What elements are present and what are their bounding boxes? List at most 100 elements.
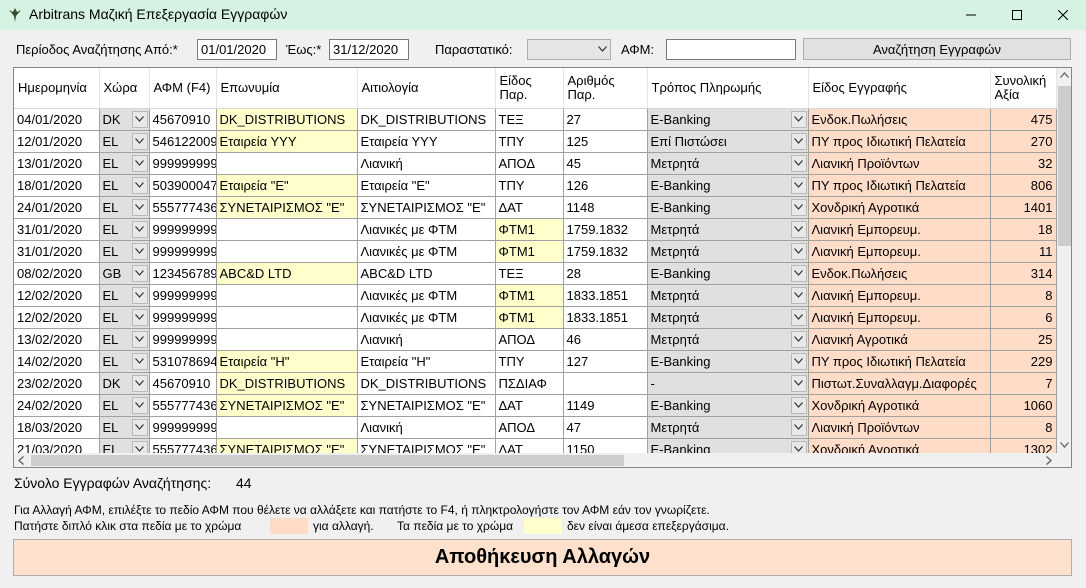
table-row[interactable]: 08/02/2020 GB 123456789 ABC&D LTD ABC&D LTD Τ… bbox=[14, 262, 1057, 285]
doc-type-cell[interactable]: ΤΠΥ bbox=[495, 350, 564, 373]
total-value-cell[interactable]: 1060 bbox=[990, 394, 1057, 417]
country-select[interactable]: DK bbox=[99, 372, 150, 395]
entry-type-cell[interactable]: Χονδρική Αγροτικά bbox=[808, 394, 991, 417]
total-value-cell[interactable]: 8 bbox=[990, 284, 1057, 307]
country-select[interactable]: EL bbox=[99, 328, 150, 351]
entry-type-cell[interactable]: Λιανική Εμπορευμ. bbox=[808, 218, 991, 241]
table-row[interactable]: 12/02/2020 EL 999999999 Λιανικές με ΦΤΜ ΦΤΜ1… bbox=[14, 306, 1057, 329]
reason-cell[interactable]: Εταιρεία "Ε" bbox=[357, 174, 496, 197]
doc-type-cell[interactable]: ΔΑΤ bbox=[495, 438, 564, 453]
name-cell[interactable]: ΣΥΝΕΤΑΙΡΙΣΜΟΣ "Ε" bbox=[216, 438, 358, 453]
entry-type-cell[interactable]: Λιανική Εμπορευμ. bbox=[808, 284, 991, 307]
dropdown-button[interactable] bbox=[790, 374, 807, 392]
afm-cell[interactable]: 999999999 bbox=[149, 284, 217, 307]
payment-method-select[interactable]: - bbox=[647, 372, 809, 395]
column-header[interactable]: Επωνυμία bbox=[216, 68, 358, 109]
afm-cell[interactable]: 999999999 bbox=[149, 328, 217, 351]
dropdown-button[interactable] bbox=[131, 374, 148, 392]
minimize-button[interactable] bbox=[948, 0, 994, 30]
entry-type-cell[interactable]: Πιστωτ.Συναλλαγμ.Διαφορές bbox=[808, 372, 991, 395]
name-cell[interactable] bbox=[216, 328, 358, 351]
afm-cell[interactable]: 999999999 bbox=[149, 152, 217, 175]
entry-type-cell[interactable]: ΠΥ προς Ιδιωτική Πελατεία bbox=[808, 174, 991, 197]
reason-cell[interactable]: Λιανικές με ΦΤΜ bbox=[357, 240, 496, 263]
dropdown-button[interactable] bbox=[131, 330, 148, 348]
scroll-up-icon[interactable] bbox=[1060, 72, 1069, 78]
table-row[interactable]: 12/01/2020 EL 546122009 Εταιρεία ΥΥΥ Εταιρεί… bbox=[14, 130, 1057, 153]
date-cell[interactable]: 13/02/2020 bbox=[14, 328, 100, 351]
doc-type-cell[interactable]: ΑΠΟΔ bbox=[495, 416, 564, 439]
date-cell[interactable]: 18/03/2020 bbox=[14, 416, 100, 439]
total-value-cell[interactable]: 806 bbox=[990, 174, 1057, 197]
dropdown-button[interactable] bbox=[131, 352, 148, 370]
country-select[interactable]: DK bbox=[99, 108, 150, 131]
dropdown-button[interactable] bbox=[790, 132, 807, 150]
total-value-cell[interactable]: 270 bbox=[990, 130, 1057, 153]
name-cell[interactable] bbox=[216, 416, 358, 439]
doc-number-cell[interactable]: 45 bbox=[563, 152, 648, 175]
country-select[interactable]: EL bbox=[99, 218, 150, 241]
date-cell[interactable]: 12/02/2020 bbox=[14, 284, 100, 307]
dropdown-button[interactable] bbox=[790, 198, 807, 216]
date-cell[interactable]: 31/01/2020 bbox=[14, 218, 100, 241]
reason-cell[interactable]: DK_DISTRIBUTIONS bbox=[357, 372, 496, 395]
afm-cell[interactable]: 999999999 bbox=[149, 240, 217, 263]
doc-type-cell[interactable]: ΠΣΔΙΑΦ bbox=[495, 372, 564, 395]
doc-number-cell[interactable]: 46 bbox=[563, 328, 648, 351]
close-button[interactable] bbox=[1040, 0, 1086, 30]
doc-number-cell[interactable]: 1833.1851 bbox=[563, 306, 648, 329]
column-header[interactable]: Είδος Παρ. bbox=[495, 68, 564, 109]
doc-number-cell[interactable]: 1150 bbox=[563, 438, 648, 453]
table-row[interactable]: 21/03/2020 EL 555777436 ΣΥΝΕΤΑΙΡΙΣΜΟΣ "Ε" ΣΥ… bbox=[14, 438, 1057, 453]
afm-cell[interactable]: 999999999 bbox=[149, 306, 217, 329]
date-cell[interactable]: 08/02/2020 bbox=[14, 262, 100, 285]
entry-type-cell[interactable]: ΠΥ προς Ιδιωτική Πελατεία bbox=[808, 130, 991, 153]
column-header[interactable]: Αιτιολογία bbox=[357, 68, 496, 109]
doc-type-cell[interactable]: ΤΕΞ bbox=[495, 108, 564, 131]
column-header[interactable]: Είδος Εγγραφής bbox=[808, 68, 991, 109]
dropdown-button[interactable] bbox=[131, 132, 148, 150]
search-button[interactable]: Αναζήτηση Εγγραφών bbox=[803, 38, 1071, 60]
country-select[interactable]: EL bbox=[99, 174, 150, 197]
dropdown-button[interactable] bbox=[131, 220, 148, 238]
name-cell[interactable] bbox=[216, 306, 358, 329]
total-value-cell[interactable]: 1302 bbox=[990, 438, 1057, 453]
to-date-input[interactable]: 31/12/2020 bbox=[329, 39, 409, 60]
doc-type-cell[interactable]: ΑΠΟΔ bbox=[495, 328, 564, 351]
doc-type-cell[interactable]: ΤΠΥ bbox=[495, 130, 564, 153]
table-row[interactable]: 18/01/2020 EL 503900047 Εταιρεία "Ε" Εταιρεί… bbox=[14, 174, 1057, 197]
name-cell[interactable]: Εταιρεία "Ε" bbox=[216, 174, 358, 197]
name-cell[interactable] bbox=[216, 152, 358, 175]
doc-type-cell[interactable]: ΔΑΤ bbox=[495, 394, 564, 417]
dropdown-button[interactable] bbox=[131, 396, 148, 414]
payment-method-select[interactable]: E-Banking bbox=[647, 350, 809, 373]
table-row[interactable]: 14/02/2020 EL 531078694 Εταιρεία "Η" Εταιρεί… bbox=[14, 350, 1057, 373]
date-cell[interactable]: 24/02/2020 bbox=[14, 394, 100, 417]
afm-cell[interactable]: 555777436 bbox=[149, 196, 217, 219]
column-header[interactable]: Τρόπος Πληρωμής bbox=[647, 68, 809, 109]
entry-type-cell[interactable]: Χονδρική Αγροτικά bbox=[808, 196, 991, 219]
doc-type-cell[interactable]: ΦΤΜ1 bbox=[495, 284, 564, 307]
dropdown-button[interactable] bbox=[790, 352, 807, 370]
reason-cell[interactable]: Λιανική bbox=[357, 152, 496, 175]
doc-type-cell[interactable]: ΔΑΤ bbox=[495, 196, 564, 219]
reason-cell[interactable]: DK_DISTRIBUTIONS bbox=[357, 108, 496, 131]
dropdown-button[interactable] bbox=[790, 220, 807, 238]
dropdown-button[interactable] bbox=[790, 242, 807, 260]
table-row[interactable]: 13/02/2020 EL 999999999 Λιανική ΑΠΟΔ 46 Μετρητ… bbox=[14, 328, 1057, 351]
name-cell[interactable] bbox=[216, 284, 358, 307]
payment-method-select[interactable]: Μετρητά bbox=[647, 306, 809, 329]
dropdown-button[interactable] bbox=[790, 110, 807, 128]
name-cell[interactable]: DK_DISTRIBUTIONS bbox=[216, 372, 358, 395]
name-cell[interactable]: Εταιρεία ΥΥΥ bbox=[216, 130, 358, 153]
column-header[interactable]: ΑΦΜ (F4) bbox=[149, 68, 217, 109]
dropdown-button[interactable] bbox=[131, 176, 148, 194]
total-value-cell[interactable]: 229 bbox=[990, 350, 1057, 373]
doc-number-cell[interactable] bbox=[563, 372, 648, 395]
table-row[interactable]: 04/01/2020 DK 45670910 DK_DISTRIBUTIONS DK_D… bbox=[14, 108, 1057, 131]
entry-type-cell[interactable]: Ενδοκ.Πωλήσεις bbox=[808, 108, 991, 131]
entry-type-cell[interactable]: Λιανική Αγροτικά bbox=[808, 328, 991, 351]
date-cell[interactable]: 14/02/2020 bbox=[14, 350, 100, 373]
payment-method-select[interactable]: Μετρητά bbox=[647, 218, 809, 241]
payment-method-select[interactable]: E-Banking bbox=[647, 394, 809, 417]
